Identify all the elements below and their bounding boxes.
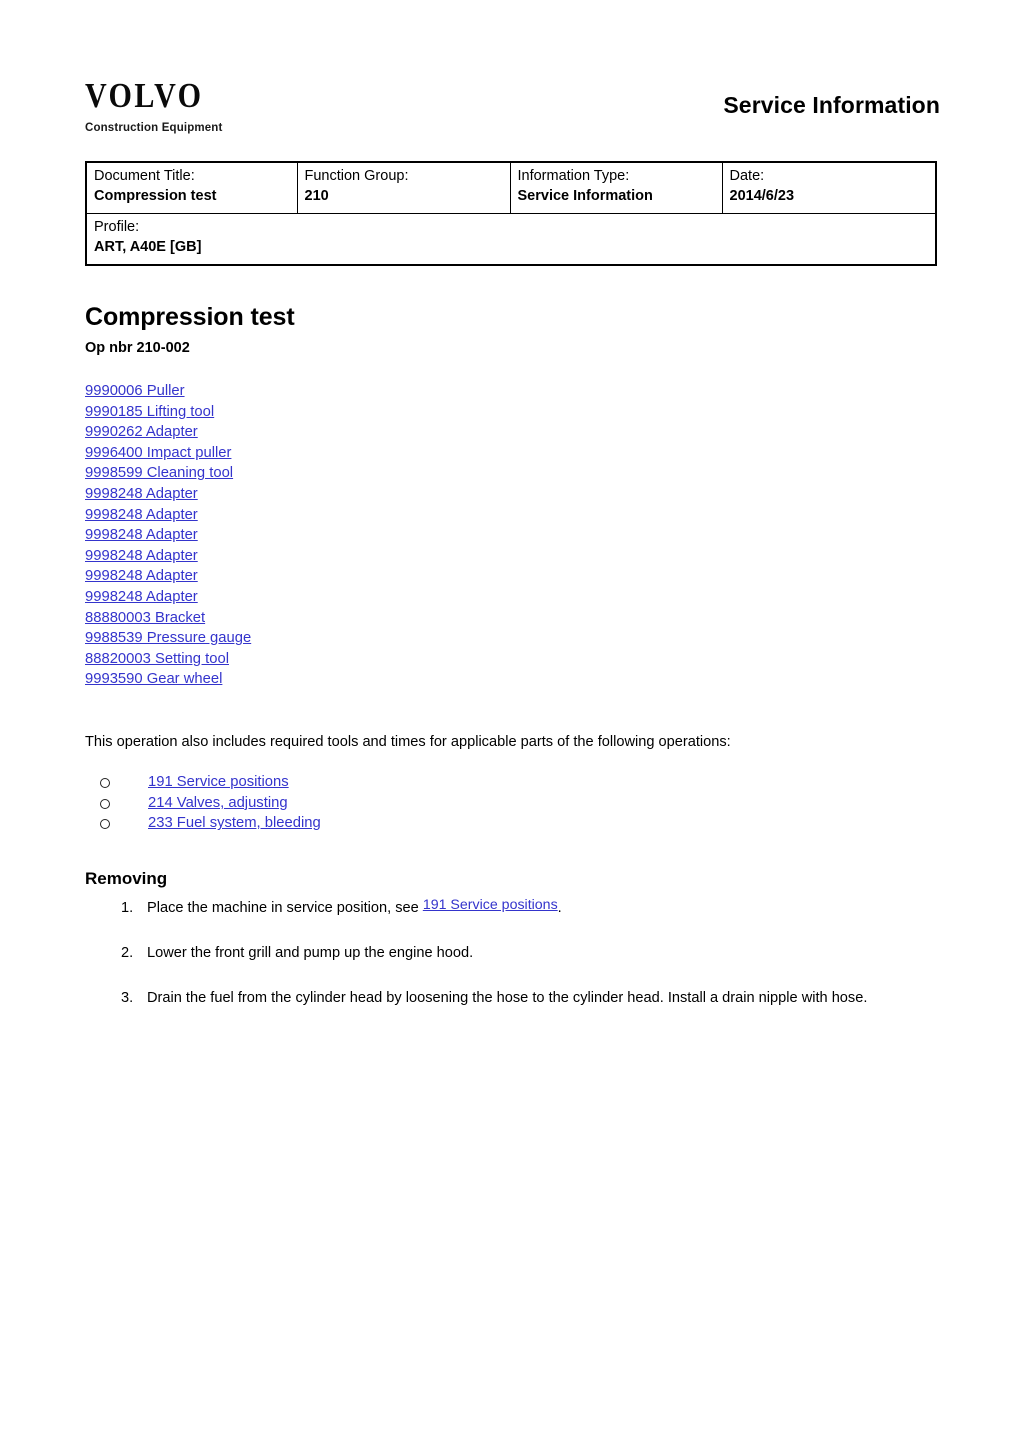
volvo-logo: VOLVO Construction Equipment [85,78,222,134]
list-item: 9998248 Adapter [85,546,251,567]
tool-link[interactable]: 88820003 Setting tool [85,651,229,667]
volvo-logo-subtitle: Construction Equipment [85,122,223,134]
meta-cell-function-group: Function Group: 210 [297,163,511,214]
meta-cell-information-type: Information Type: Service Information [510,163,723,214]
list-item: 9998248 Adapter [85,587,251,608]
removing-step: 1. Place the machine in service position,… [85,897,945,919]
tool-link[interactable]: 9993590 Gear wheel [85,671,222,687]
meta-value-profile: ART, A40E [GB] [94,239,202,255]
removing-step: 3. Drain the fuel from the cylinder head … [85,988,945,1009]
meta-value-information-type: Service Information [517,188,653,204]
meta-label-information-type: Information Type: [517,168,630,184]
circle-bullet-icon [100,819,110,830]
tool-link[interactable]: 9998248 Adapter [85,568,198,584]
list-item: 9993590 Gear wheel [85,669,251,690]
page-title: Compression test [85,302,295,331]
meta-table-row-2: Profile: ART, A40E [GB] [87,213,935,264]
list-item: 9998248 Adapter [85,484,251,505]
meta-cell-profile: Profile: ART, A40E [GB] [87,213,935,264]
list-item: 9996400 Impact puller [85,443,251,464]
list-item: 9998248 Adapter [85,566,251,587]
step-number: 1. [121,900,134,916]
list-item: 9990185 Lifting tool [85,402,251,423]
tool-link[interactable]: 9998248 Adapter [85,507,198,523]
step-text: Place the machine in service position, s… [147,900,423,916]
tool-link[interactable]: 9990006 Puller [85,383,185,399]
meta-label-document-title: Document Title: [94,168,195,184]
document-meta-table: Document Title: Compression test Functio… [85,161,937,266]
tool-link[interactable]: 9990262 Adapter [85,424,198,440]
tool-link[interactable]: 9998248 Adapter [85,548,198,564]
meta-label-function-group: Function Group: [304,168,409,184]
tool-link[interactable]: 9988539 Pressure gauge [85,630,251,646]
list-item: 9988539 Pressure gauge [85,628,251,649]
circle-bullet-icon [100,798,110,809]
tool-link[interactable]: 9998248 Adapter [85,527,198,543]
list-item: 233 Fuel system, bleeding [85,813,321,834]
related-operation-link[interactable]: 214 Valves, adjusting [148,795,288,811]
meta-value-document-title: Compression test [94,188,217,204]
section-heading-removing: Removing [85,869,168,889]
service-information-title: Service Information [723,92,940,118]
removing-step: 2. Lower the front grill and pump up the … [85,943,945,964]
step-inline-link[interactable]: 191 Service positions [423,897,558,913]
meta-table-row-1: Document Title: Compression test Functio… [87,163,935,214]
related-operation-link[interactable]: 191 Service positions [148,774,289,790]
tool-link[interactable]: 88880003 Bracket [85,610,205,626]
list-item: 9990262 Adapter [85,422,251,443]
related-operation-link[interactable]: 233 Fuel system, bleeding [148,815,321,831]
removing-steps-list: 1. Place the machine in service position,… [85,897,945,1033]
list-item: 214 Valves, adjusting [85,793,321,814]
operation-number: Op nbr 210-002 [85,340,190,356]
list-item: 9998599 Cleaning tool [85,463,251,484]
meta-value-date: 2014/6/23 [729,188,795,204]
tool-link[interactable]: 9998599 Cleaning tool [85,465,233,481]
circle-bullet-icon [100,778,110,788]
list-item: 88820003 Setting tool [85,649,251,670]
list-item: 9998248 Adapter [85,505,251,526]
list-item: 191 Service positions [85,772,321,793]
list-item: 9990006 Puller [85,381,251,402]
step-text-suffix: . [557,900,562,916]
step-text: Drain the fuel from the cylinder head by… [147,990,868,1006]
meta-cell-document-title: Document Title: Compression test [87,163,298,214]
tools-list: 9990006 Puller 9990185 Lifting tool 999026… [85,381,251,690]
step-number: 3. [121,990,134,1006]
document-page: VOLVO Construction Equipment Service Inf… [0,0,1024,1449]
meta-label-date: Date: [729,168,765,184]
tool-link[interactable]: 9998248 Adapter [85,589,198,605]
page-header: VOLVO Construction Equipment Service Inf… [85,78,940,140]
meta-cell-date: Date: 2014/6/23 [722,163,935,214]
tool-link[interactable]: 9996400 Impact puller [85,445,231,461]
meta-value-function-group: 210 [304,188,329,204]
list-item: 9998248 Adapter [85,525,251,546]
volvo-wordmark-text: VOLVO [85,75,204,115]
list-item: 88880003 Bracket [85,608,251,629]
tool-link[interactable]: 9990185 Lifting tool [85,404,214,420]
step-text: Lower the front grill and pump up the en… [147,945,474,961]
intro-paragraph: This operation also includes required to… [85,734,731,750]
step-number: 2. [121,945,134,961]
tool-link[interactable]: 9998248 Adapter [85,486,198,502]
related-operations-list: 191 Service positions 214 Valves, adjusti… [85,772,321,834]
meta-label-profile: Profile: [94,219,140,235]
